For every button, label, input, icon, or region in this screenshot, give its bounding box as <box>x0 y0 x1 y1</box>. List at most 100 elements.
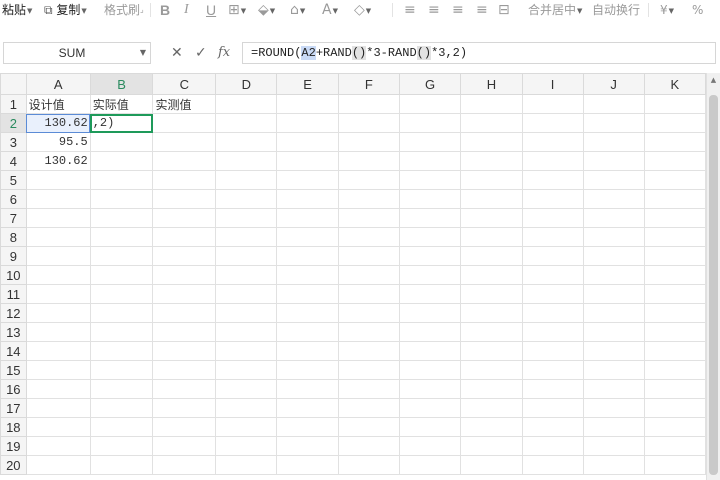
cell-i12[interactable] <box>521 303 584 323</box>
cell-f5[interactable] <box>337 170 400 190</box>
cell-k16[interactable] <box>643 379 706 399</box>
cell-a6[interactable] <box>25 189 91 209</box>
cell-g1[interactable] <box>398 94 462 114</box>
row-header-13[interactable]: 13 <box>0 322 27 342</box>
cell-d14[interactable] <box>215 341 278 361</box>
cell-i3[interactable] <box>521 132 584 152</box>
row-header-4[interactable]: 4 <box>0 151 27 171</box>
insert-function-icon[interactable]: fx <box>218 44 230 62</box>
cell-g9[interactable] <box>398 246 462 266</box>
cell-g17[interactable] <box>398 398 462 418</box>
cell-d2[interactable] <box>215 113 278 133</box>
italic-button[interactable]: I <box>184 2 189 18</box>
underline-button[interactable]: U <box>206 2 216 18</box>
cell-h3[interactable] <box>460 132 523 152</box>
cell-c2[interactable] <box>152 113 217 133</box>
cell-a7[interactable] <box>25 208 91 228</box>
merge-center-button[interactable]: 合并居中▼ <box>528 2 582 18</box>
row-header-12[interactable]: 12 <box>0 303 27 323</box>
cell-e9[interactable] <box>276 246 339 266</box>
cell-i7[interactable] <box>521 208 584 228</box>
row-header-19[interactable]: 19 <box>0 436 27 456</box>
cell-a4[interactable]: 130.62 <box>25 151 91 171</box>
cell-d16[interactable] <box>215 379 278 399</box>
cell-j14[interactable] <box>582 341 645 361</box>
cell-b19[interactable] <box>89 436 154 456</box>
cell-b15[interactable] <box>89 360 154 380</box>
cell-k18[interactable] <box>643 417 706 437</box>
cell-k17[interactable] <box>643 398 706 418</box>
cell-h7[interactable] <box>460 208 523 228</box>
cell-k7[interactable] <box>643 208 706 228</box>
cell-d13[interactable] <box>215 322 278 342</box>
cell-e12[interactable] <box>276 303 339 323</box>
cell-g15[interactable] <box>398 360 462 380</box>
cell-f12[interactable] <box>337 303 400 323</box>
cell-i18[interactable] <box>521 417 584 437</box>
cell-j5[interactable] <box>582 170 645 190</box>
cell-j11[interactable] <box>582 284 645 304</box>
cell-h4[interactable] <box>460 151 523 171</box>
cell-i5[interactable] <box>521 170 584 190</box>
row-header-16[interactable]: 16 <box>0 379 27 399</box>
cell-k19[interactable] <box>643 436 706 456</box>
cell-j8[interactable] <box>582 227 645 247</box>
cell-f19[interactable] <box>337 436 400 456</box>
cell-d3[interactable] <box>215 132 278 152</box>
cell-i15[interactable] <box>521 360 584 380</box>
cell-e19[interactable] <box>276 436 339 456</box>
cell-j10[interactable] <box>582 265 645 285</box>
cell-c3[interactable] <box>152 132 217 152</box>
cell-e20[interactable] <box>276 455 339 475</box>
cell-c15[interactable] <box>152 360 217 380</box>
cell-c7[interactable] <box>152 208 217 228</box>
vertical-scrollbar[interactable]: ▲ <box>706 73 720 480</box>
cell-c6[interactable] <box>152 189 217 209</box>
cell-e18[interactable] <box>276 417 339 437</box>
cell-f14[interactable] <box>337 341 400 361</box>
cell-j9[interactable] <box>582 246 645 266</box>
cell-d4[interactable] <box>215 151 278 171</box>
cell-h6[interactable] <box>460 189 523 209</box>
cell-f16[interactable] <box>337 379 400 399</box>
cell-g14[interactable] <box>398 341 462 361</box>
wrap-text-button[interactable]: 自动换行 <box>592 2 640 18</box>
cell-a13[interactable] <box>25 322 91 342</box>
cell-j2[interactable] <box>582 113 645 133</box>
cell-g16[interactable] <box>398 379 462 399</box>
row-header-17[interactable]: 17 <box>0 398 27 418</box>
cell-k14[interactable] <box>643 341 706 361</box>
cell-g4[interactable] <box>398 151 462 171</box>
cell-b4[interactable] <box>89 151 154 171</box>
cell-e5[interactable] <box>276 170 339 190</box>
cell-c10[interactable] <box>152 265 217 285</box>
cell-f18[interactable] <box>337 417 400 437</box>
cell-k1[interactable] <box>643 94 706 114</box>
cell-b14[interactable] <box>89 341 154 361</box>
cell-k4[interactable] <box>643 151 706 171</box>
row-header-3[interactable]: 3 <box>0 132 27 152</box>
cell-e7[interactable] <box>276 208 339 228</box>
cell-b8[interactable] <box>89 227 154 247</box>
cell-f17[interactable] <box>337 398 400 418</box>
cell-a16[interactable] <box>25 379 91 399</box>
scroll-thumb[interactable] <box>709 95 718 475</box>
column-header-g[interactable]: G <box>398 73 462 95</box>
row-header-2[interactable]: 2 <box>0 113 27 133</box>
cell-k2[interactable] <box>643 113 706 133</box>
row-header-1[interactable]: 1 <box>0 94 27 114</box>
column-header-f[interactable]: F <box>337 73 400 95</box>
cell-j18[interactable] <box>582 417 645 437</box>
cell-a3[interactable]: 95.5 <box>25 132 91 152</box>
cell-g2[interactable] <box>398 113 462 133</box>
cell-c13[interactable] <box>152 322 217 342</box>
cell-j1[interactable] <box>582 94 645 114</box>
row-header-6[interactable]: 6 <box>0 189 27 209</box>
cell-k13[interactable] <box>643 322 706 342</box>
cell-i9[interactable] <box>521 246 584 266</box>
cell-c8[interactable] <box>152 227 217 247</box>
cell-d17[interactable] <box>215 398 278 418</box>
cell-a12[interactable] <box>25 303 91 323</box>
cell-b17[interactable] <box>89 398 154 418</box>
cell-i1[interactable] <box>521 94 584 114</box>
